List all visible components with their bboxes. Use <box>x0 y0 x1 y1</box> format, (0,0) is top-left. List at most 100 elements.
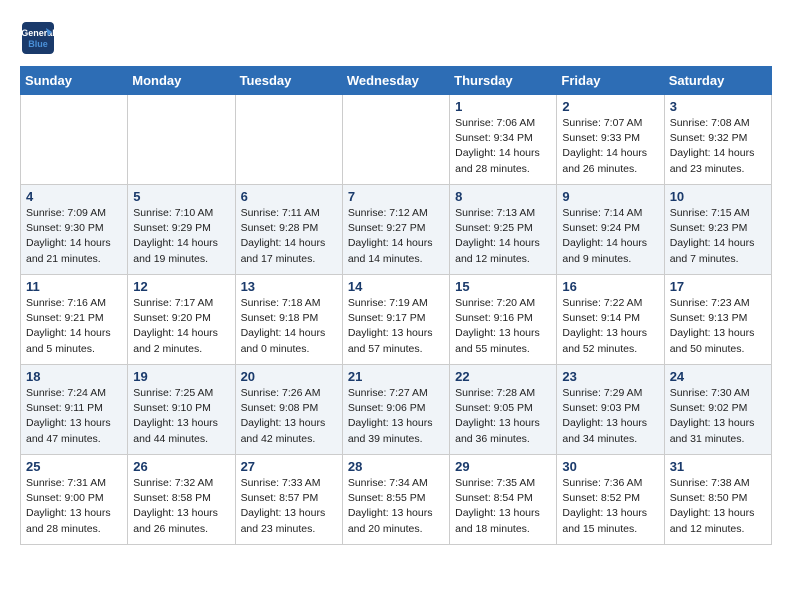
day-cell: 12 Sunrise: 7:17 AM Sunset: 9:20 PM Dayli… <box>128 275 235 365</box>
logo: General Blue <box>20 20 60 56</box>
day-info: Sunrise: 7:35 AM Sunset: 8:54 PM Dayligh… <box>455 476 551 537</box>
day-info: Sunrise: 7:30 AM Sunset: 9:02 PM Dayligh… <box>670 386 766 447</box>
day-cell: 14Sunrise: 7:19 AM Sunset: 9:17 PM Dayli… <box>342 275 449 365</box>
day-cell: 22 Sunrise: 7:28 AM Sunset: 9:05 PM Dayli… <box>450 365 557 455</box>
day-info: Sunrise: 7:15 AM Sunset: 9:23 PM Dayligh… <box>670 206 766 267</box>
col-header-tuesday: Tuesday <box>235 67 342 95</box>
day-info: Sunrise: 7:17 AM Sunset: 9:20 PM Dayligh… <box>133 296 229 357</box>
day-cell: 10 Sunrise: 7:15 AM Sunset: 9:23 PM Dayli… <box>664 185 771 275</box>
day-number: 23 <box>562 369 658 384</box>
day-cell: 1 Sunrise: 7:06 AM Sunset: 9:34 PM Daylig… <box>450 95 557 185</box>
day-info: Sunrise: 7:16 AM Sunset: 9:21 PM Dayligh… <box>26 296 122 357</box>
day-cell: 23 Sunrise: 7:29 AM Sunset: 9:03 PM Dayli… <box>557 365 664 455</box>
day-number: 20 <box>241 369 337 384</box>
week-row-2: 11 Sunrise: 7:16 AM Sunset: 9:21 PM Dayli… <box>21 275 772 365</box>
day-number: 13 <box>241 279 337 294</box>
day-number: 11 <box>26 279 122 294</box>
day-number: 5 <box>133 189 229 204</box>
day-cell: 17Sunrise: 7:23 AM Sunset: 9:13 PM Dayli… <box>664 275 771 365</box>
day-info: Sunrise: 7:31 AM Sunset: 9:00 PM Dayligh… <box>26 476 122 537</box>
day-cell: 13 Sunrise: 7:18 AM Sunset: 9:18 PM Dayli… <box>235 275 342 365</box>
day-cell: 15 Sunrise: 7:20 AM Sunset: 9:16 PM Dayli… <box>450 275 557 365</box>
day-cell: 5 Sunrise: 7:10 AM Sunset: 9:29 PM Daylig… <box>128 185 235 275</box>
day-info: Sunrise: 7:32 AM Sunset: 8:58 PM Dayligh… <box>133 476 229 537</box>
day-cell: 7 Sunrise: 7:12 AM Sunset: 9:27 PM Daylig… <box>342 185 449 275</box>
col-header-sunday: Sunday <box>21 67 128 95</box>
day-info: Sunrise: 7:10 AM Sunset: 9:29 PM Dayligh… <box>133 206 229 267</box>
calendar-body: 1 Sunrise: 7:06 AM Sunset: 9:34 PM Daylig… <box>21 95 772 545</box>
col-header-thursday: Thursday <box>450 67 557 95</box>
day-cell: 29 Sunrise: 7:35 AM Sunset: 8:54 PM Dayli… <box>450 455 557 545</box>
day-info: Sunrise: 7:19 AM Sunset: 9:17 PM Dayligh… <box>348 296 444 357</box>
day-cell <box>342 95 449 185</box>
day-number: 22 <box>455 369 551 384</box>
day-info: Sunrise: 7:06 AM Sunset: 9:34 PM Dayligh… <box>455 116 551 177</box>
day-cell <box>21 95 128 185</box>
day-number: 1 <box>455 99 551 114</box>
day-info: Sunrise: 7:20 AM Sunset: 9:16 PM Dayligh… <box>455 296 551 357</box>
day-cell <box>128 95 235 185</box>
day-cell: 11 Sunrise: 7:16 AM Sunset: 9:21 PM Dayli… <box>21 275 128 365</box>
day-number: 10 <box>670 189 766 204</box>
day-info: Sunrise: 7:34 AM Sunset: 8:55 PM Dayligh… <box>348 476 444 537</box>
day-cell: 19Sunrise: 7:25 AM Sunset: 9:10 PM Dayli… <box>128 365 235 455</box>
col-header-friday: Friday <box>557 67 664 95</box>
day-info: Sunrise: 7:38 AM Sunset: 8:50 PM Dayligh… <box>670 476 766 537</box>
day-info: Sunrise: 7:07 AM Sunset: 9:33 PM Dayligh… <box>562 116 658 177</box>
day-info: Sunrise: 7:29 AM Sunset: 9:03 PM Dayligh… <box>562 386 658 447</box>
day-number: 8 <box>455 189 551 204</box>
day-info: Sunrise: 7:09 AM Sunset: 9:30 PM Dayligh… <box>26 206 122 267</box>
svg-text:Blue: Blue <box>28 39 48 49</box>
day-cell <box>235 95 342 185</box>
day-number: 28 <box>348 459 444 474</box>
day-number: 15 <box>455 279 551 294</box>
day-number: 31 <box>670 459 766 474</box>
col-header-monday: Monday <box>128 67 235 95</box>
day-cell: 8 Sunrise: 7:13 AM Sunset: 9:25 PM Daylig… <box>450 185 557 275</box>
header: General Blue <box>20 20 772 56</box>
day-info: Sunrise: 7:26 AM Sunset: 9:08 PM Dayligh… <box>241 386 337 447</box>
day-number: 16 <box>562 279 658 294</box>
day-cell: 16 Sunrise: 7:22 AM Sunset: 9:14 PM Dayli… <box>557 275 664 365</box>
day-info: Sunrise: 7:12 AM Sunset: 9:27 PM Dayligh… <box>348 206 444 267</box>
day-cell: 25Sunrise: 7:31 AM Sunset: 9:00 PM Dayli… <box>21 455 128 545</box>
day-info: Sunrise: 7:24 AM Sunset: 9:11 PM Dayligh… <box>26 386 122 447</box>
day-number: 7 <box>348 189 444 204</box>
day-number: 29 <box>455 459 551 474</box>
calendar-table: SundayMondayTuesdayWednesdayThursdayFrid… <box>20 66 772 545</box>
day-info: Sunrise: 7:13 AM Sunset: 9:25 PM Dayligh… <box>455 206 551 267</box>
day-info: Sunrise: 7:22 AM Sunset: 9:14 PM Dayligh… <box>562 296 658 357</box>
day-number: 4 <box>26 189 122 204</box>
day-number: 26 <box>133 459 229 474</box>
day-cell: 21Sunrise: 7:27 AM Sunset: 9:06 PM Dayli… <box>342 365 449 455</box>
day-number: 2 <box>562 99 658 114</box>
day-cell: 28 Sunrise: 7:34 AM Sunset: 8:55 PM Dayli… <box>342 455 449 545</box>
day-info: Sunrise: 7:08 AM Sunset: 9:32 PM Dayligh… <box>670 116 766 177</box>
day-info: Sunrise: 7:33 AM Sunset: 8:57 PM Dayligh… <box>241 476 337 537</box>
day-cell: 31 Sunrise: 7:38 AM Sunset: 8:50 PM Dayli… <box>664 455 771 545</box>
day-cell: 26 Sunrise: 7:32 AM Sunset: 8:58 PM Dayli… <box>128 455 235 545</box>
day-cell: 20 Sunrise: 7:26 AM Sunset: 9:08 PM Dayli… <box>235 365 342 455</box>
day-info: Sunrise: 7:28 AM Sunset: 9:05 PM Dayligh… <box>455 386 551 447</box>
col-header-saturday: Saturday <box>664 67 771 95</box>
day-number: 18 <box>26 369 122 384</box>
day-number: 9 <box>562 189 658 204</box>
day-info: Sunrise: 7:27 AM Sunset: 9:06 PM Dayligh… <box>348 386 444 447</box>
day-number: 30 <box>562 459 658 474</box>
week-row-1: 4 Sunrise: 7:09 AM Sunset: 9:30 PM Daylig… <box>21 185 772 275</box>
day-number: 12 <box>133 279 229 294</box>
day-cell: 9Sunrise: 7:14 AM Sunset: 9:24 PM Daylig… <box>557 185 664 275</box>
page: General Blue SundayMondayTuesdayWednesda… <box>0 0 792 555</box>
day-number: 17 <box>670 279 766 294</box>
day-info: Sunrise: 7:18 AM Sunset: 9:18 PM Dayligh… <box>241 296 337 357</box>
calendar-header: SundayMondayTuesdayWednesdayThursdayFrid… <box>21 67 772 95</box>
day-number: 19 <box>133 369 229 384</box>
week-row-0: 1 Sunrise: 7:06 AM Sunset: 9:34 PM Daylig… <box>21 95 772 185</box>
day-cell: 30Sunrise: 7:36 AM Sunset: 8:52 PM Dayli… <box>557 455 664 545</box>
week-row-4: 25Sunrise: 7:31 AM Sunset: 9:00 PM Dayli… <box>21 455 772 545</box>
day-cell: 2 Sunrise: 7:07 AM Sunset: 9:33 PM Daylig… <box>557 95 664 185</box>
header-row: SundayMondayTuesdayWednesdayThursdayFrid… <box>21 67 772 95</box>
day-cell: 24Sunrise: 7:30 AM Sunset: 9:02 PM Dayli… <box>664 365 771 455</box>
day-number: 27 <box>241 459 337 474</box>
col-header-wednesday: Wednesday <box>342 67 449 95</box>
